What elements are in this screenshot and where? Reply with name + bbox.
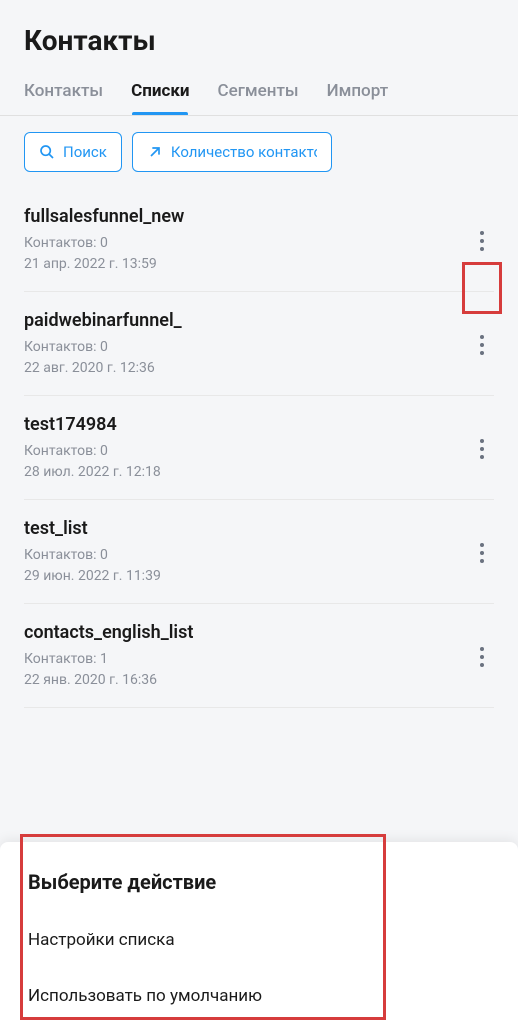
- list-item-title: paidwebinarfunnel_: [24, 310, 470, 331]
- more-button[interactable]: [470, 429, 494, 469]
- list-item-contacts: Контактов: 0: [24, 337, 470, 358]
- list-item-contacts: Контактов: 0: [24, 545, 470, 566]
- count-button[interactable]: Количество контактов: [132, 132, 332, 172]
- list-item[interactable]: test_list Контактов: 0 29 июн. 2022 г. 1…: [24, 500, 494, 604]
- list-item[interactable]: fullsalesfunnel_new Контактов: 0 21 апр.…: [24, 188, 494, 292]
- search-button[interactable]: Поиск: [24, 132, 122, 172]
- list-item-contacts: Контактов: 1: [24, 649, 470, 670]
- tabs: Контакты Списки Сегменты Импорт: [0, 75, 518, 116]
- count-button-label: Количество контактов: [171, 143, 317, 161]
- list-item-date: 22 янв. 2020 г. 16:36: [24, 670, 470, 691]
- toolbar: Поиск Количество контактов: [0, 116, 518, 188]
- list-item-title: test_list: [24, 518, 470, 539]
- list-item[interactable]: paidwebinarfunnel_ Контактов: 0 22 авг. …: [24, 292, 494, 396]
- arrow-up-right-icon: [147, 144, 163, 160]
- tab-lists[interactable]: Списки: [131, 75, 189, 115]
- action-sheet-title: Выберите действие: [0, 848, 518, 912]
- more-vertical-icon: [480, 231, 484, 251]
- action-sheet-item-settings[interactable]: Настройки списка: [0, 912, 518, 968]
- more-vertical-icon: [480, 335, 484, 355]
- more-button[interactable]: [470, 325, 494, 365]
- list-item-contacts: Контактов: 0: [24, 441, 470, 462]
- search-icon: [39, 144, 55, 160]
- more-button[interactable]: [470, 637, 494, 677]
- search-button-label: Поиск: [63, 143, 107, 161]
- list-item-date: 29 июн. 2022 г. 11:39: [24, 566, 470, 587]
- list-item[interactable]: contacts_english_list Контактов: 1 22 ян…: [24, 604, 494, 708]
- list-item-contacts: Контактов: 0: [24, 233, 470, 254]
- action-sheet-item-default[interactable]: Использовать по умолчанию: [0, 968, 518, 1024]
- more-vertical-icon: [480, 439, 484, 459]
- tab-segments[interactable]: Сегменты: [218, 75, 299, 115]
- list-item[interactable]: test174984 Контактов: 0 28 июл. 2022 г. …: [24, 396, 494, 500]
- list-item-title: test174984: [24, 414, 470, 435]
- list-container: fullsalesfunnel_new Контактов: 0 21 апр.…: [0, 188, 518, 708]
- tab-contacts[interactable]: Контакты: [24, 75, 103, 115]
- list-item-date: 28 июл. 2022 г. 12:18: [24, 462, 470, 483]
- more-vertical-icon: [480, 647, 484, 667]
- action-sheet: Выберите действие Настройки списка Испол…: [0, 842, 518, 1024]
- tab-import[interactable]: Импорт: [327, 75, 389, 115]
- more-vertical-icon: [480, 543, 484, 563]
- more-button[interactable]: [470, 221, 494, 261]
- list-item-date: 21 апр. 2022 г. 13:59: [24, 254, 470, 275]
- list-item-date: 22 авг. 2020 г. 12:36: [24, 358, 470, 379]
- list-item-title: contacts_english_list: [24, 622, 470, 643]
- more-button[interactable]: [470, 533, 494, 573]
- page-title: Контакты: [0, 0, 518, 75]
- list-item-title: fullsalesfunnel_new: [24, 206, 470, 227]
